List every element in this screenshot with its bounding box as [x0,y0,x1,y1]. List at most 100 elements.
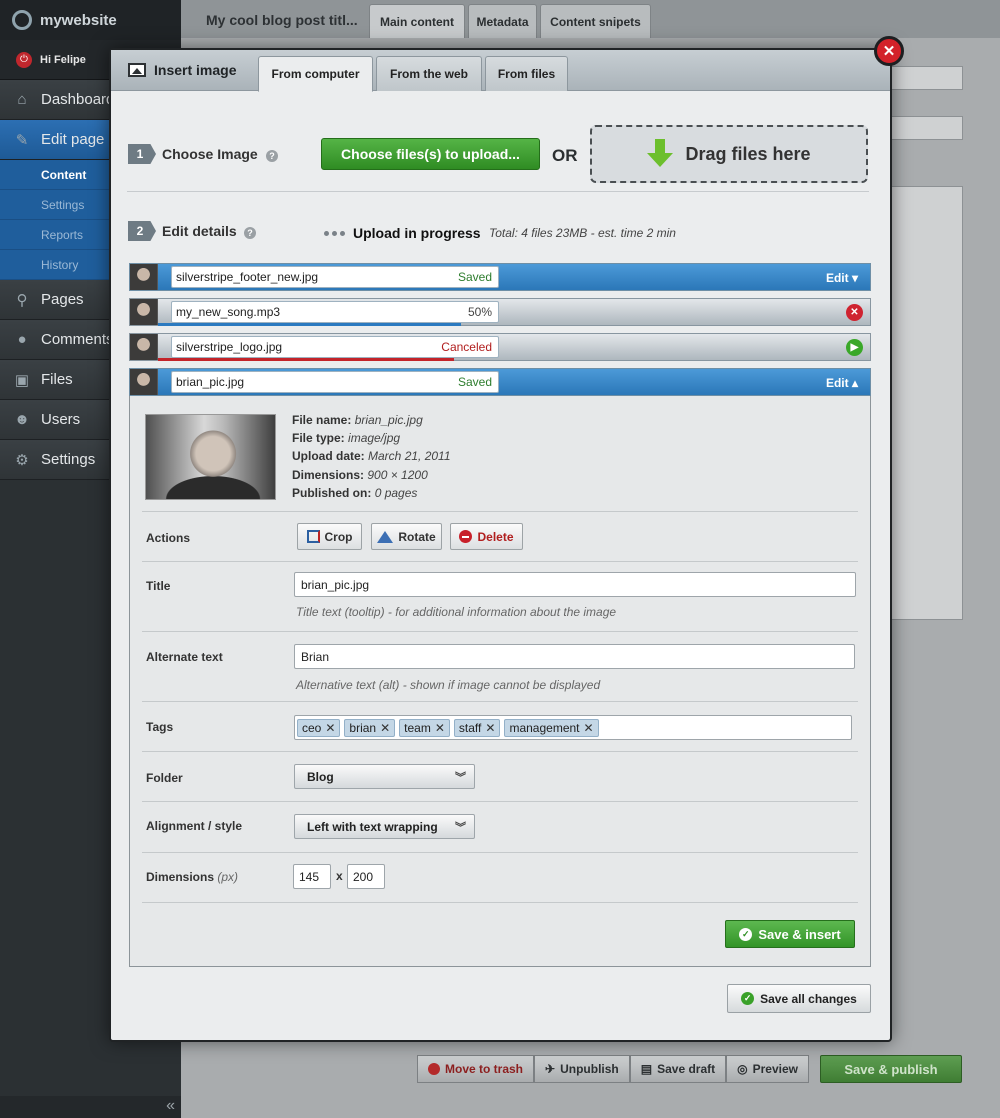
help-icon[interactable]: ? [244,227,256,239]
nav-label: Dashboard [41,91,115,108]
binoculars-icon: ◎ [737,1062,748,1076]
resume-upload-icon[interactable]: ▶ [846,339,863,356]
file-name-field[interactable]: my_new_song.mp3 50% [171,301,499,323]
tag-chip[interactable]: management ✕ [504,718,599,737]
file-name: silverstripe_footer_new.jpg [176,270,319,284]
title-input[interactable]: brian_pic.jpg [294,572,856,597]
alignment-select[interactable]: Left with text wrapping ︾ [294,814,475,839]
file-row[interactable]: silverstripe_logo.jpg Canceled ▶ [129,333,871,361]
tags-input[interactable]: ceo ✕ brian ✕ team ✕ staff ✕ management ✕ [294,715,852,740]
button-label: Move to trash [445,1062,524,1076]
brand-logo[interactable]: mywebsite [0,0,181,40]
file-name-field[interactable]: silverstripe_footer_new.jpg Saved [171,266,499,288]
progress-dots-icon [324,231,345,236]
tag-chip[interactable]: staff ✕ [453,718,501,737]
remove-tag-icon[interactable]: ✕ [435,721,445,735]
tag-chip[interactable]: ceo ✕ [297,718,341,737]
save-draft-button[interactable]: ▤ Save draft [629,1055,727,1083]
remove-tag-icon[interactable]: ✕ [380,721,390,735]
canceled-progress-bar [158,358,454,361]
tab-from-the-web[interactable]: From the web [376,56,482,91]
button-label: Unpublish [560,1062,619,1076]
file-row[interactable]: my_new_song.mp3 50% ✕ [129,298,871,326]
brand-name: mywebsite [40,11,117,29]
tab-content-snippets[interactable]: Content snipets [540,4,651,38]
nav-label: Settings [41,451,96,468]
preview-button[interactable]: ◎ Preview [726,1055,809,1083]
sidebar-collapse-button[interactable]: « [0,1096,181,1118]
tag-chip[interactable]: brian ✕ [344,718,396,737]
page-actions: Move to trash ✈ Unpublish ▤ Save draft ◎ Pr… [417,1055,809,1083]
edit-toggle[interactable]: Edit ▴ [826,376,858,390]
delete-button[interactable]: Delete [450,523,523,550]
tag-chip[interactable]: team ✕ [399,718,450,737]
actions-label: Actions [146,531,191,545]
alt-text-hint: Alternative text (alt) - shown if image … [296,678,601,692]
check-icon: ✓ [739,927,753,941]
remove-tag-icon[interactable]: ✕ [485,721,495,735]
drag-drop-zone[interactable]: Drag files here [590,125,868,183]
pencil-icon: ✎ [15,131,29,149]
close-icon[interactable]: ✕ [874,36,904,66]
crop-icon [306,530,320,543]
file-row[interactable]: silverstripe_footer_new.jpg Saved Edit ▾ [129,263,871,291]
user-greeting: Hi Felipe [40,53,86,66]
file-name: my_new_song.mp3 [176,305,281,319]
tab-from-computer[interactable]: From computer [258,56,373,92]
upload-status: Upload in progress [353,225,481,241]
button-label: Save & publish [844,1061,938,1077]
file-thumbnail [130,264,158,290]
download-arrow-icon [647,139,674,169]
power-icon[interactable]: ⏻ [16,51,32,68]
remove-tag-icon[interactable]: ✕ [584,721,594,735]
height-input[interactable]: 200 [347,864,385,889]
width-input[interactable]: 145 [293,864,331,889]
tab-metadata[interactable]: Metadata [468,4,537,38]
rotate-button[interactable]: Rotate [371,523,442,550]
check-icon: ✓ [741,992,755,1005]
folder-select[interactable]: Blog ︾ [294,764,475,789]
nav-label: Users [41,411,81,428]
button-label: Delete [477,529,514,544]
delete-icon [459,530,473,543]
save-all-changes-button[interactable]: ✓ Save all changes [727,984,871,1013]
alt-text-input[interactable]: Brian [294,644,855,669]
divider [142,852,858,853]
upload-meta: Total: 4 files 23MB - est. time 2 min [489,226,676,240]
meta-file-type: File type: image/jpg [292,431,401,445]
move-to-trash-button[interactable]: Move to trash [417,1055,535,1083]
step-1-badge: 1 [128,144,156,164]
file-row[interactable]: brian_pic.jpg Saved Edit ▴ [129,368,871,396]
button-label: Save draft [657,1062,716,1076]
chevron-down-icon: ︾ [455,822,466,834]
divider [142,902,858,903]
or-label: OR [552,146,578,165]
step-1-label: Choose Image [162,146,258,162]
tab-main-content[interactable]: Main content [369,4,465,38]
tab-from-files[interactable]: From files [485,56,568,91]
folder-label: Folder [146,771,183,785]
dimensions-label: Dimensions (px) [146,870,239,884]
choose-files-button[interactable]: Choose files(s) to upload... [321,138,540,170]
file-name: brian_pic.jpg [176,375,245,389]
save-insert-button[interactable]: ✓ Save & insert [725,920,855,948]
nav-label: Pages [41,291,84,308]
crop-button[interactable]: Crop [297,523,362,550]
divider [142,511,858,512]
meta-upload-date: Upload date: March 21, 2011 [292,449,451,463]
file-name-field[interactable]: brian_pic.jpg Saved [171,371,499,393]
help-icon[interactable]: ? [266,150,278,162]
nav-label: Edit page [41,131,105,148]
file-name-field[interactable]: silverstripe_logo.jpg Canceled [171,336,499,358]
save-publish-button[interactable]: Save & publish [820,1055,962,1083]
cancel-upload-icon[interactable]: ✕ [846,304,863,321]
home-icon: ⌂ [17,91,27,108]
logo-icon [12,10,32,30]
trash-icon [428,1063,440,1075]
edit-toggle[interactable]: Edit ▾ [826,271,858,285]
remove-tag-icon[interactable]: ✕ [325,721,335,735]
sitemap-icon: ⚲ [16,291,28,309]
rotate-icon [377,530,394,543]
unpublish-button[interactable]: ✈ Unpublish [534,1055,630,1083]
dimensions-separator: x [336,869,343,883]
